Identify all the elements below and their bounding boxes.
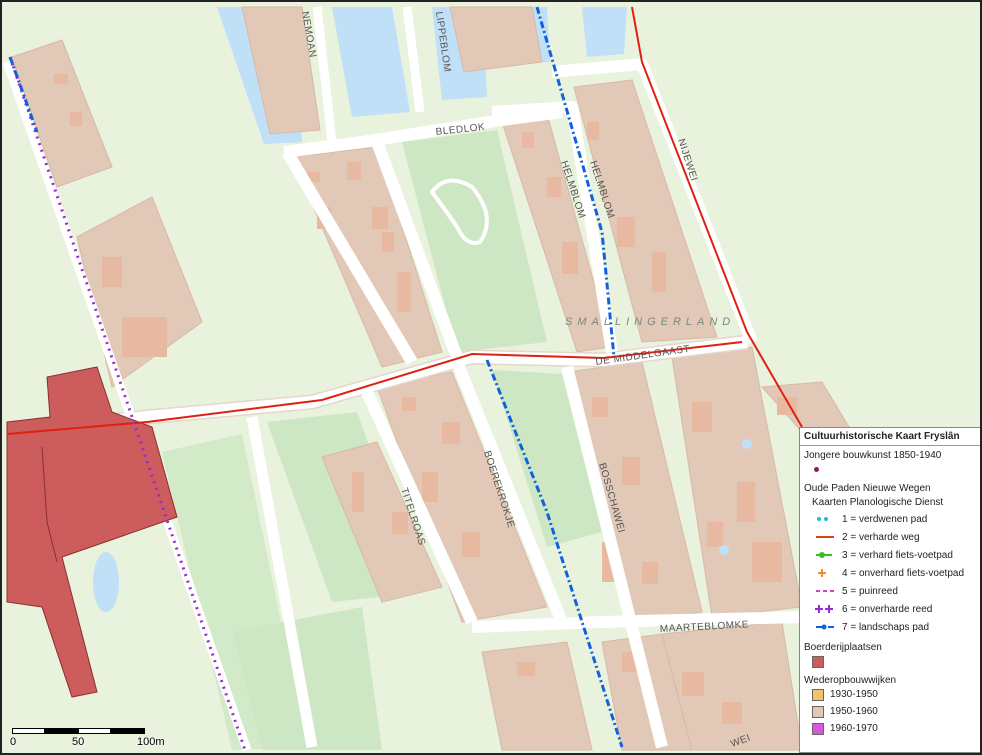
legend-row-onverhard-fiets-voetpad: 4 = onverhard fiets-voetpad: [800, 564, 980, 582]
residential-blocks: [11, 6, 853, 751]
dot-icon: [814, 467, 819, 472]
legend-section-wederopbouwwijken: Wederopbouwwijken: [804, 675, 897, 686]
legend-label-onverharde-reed: 6 = onverharde reed: [842, 603, 933, 615]
map-legend[interactable]: Cultuurhistorische Kaart Fryslân Jongere…: [799, 427, 980, 753]
legend-section-boerderijplaatsen: Boerderijplaatsen: [804, 642, 882, 653]
legend-row-verhard-fiets-voetpad: 3 = verhard fiets-voetpad: [800, 546, 980, 564]
legend-label-verhard-fiets-voetpad: 3 = verhard fiets-voetpad: [842, 549, 953, 561]
swatch-1950-1960-icon: [812, 705, 824, 718]
double-plus-icon: [815, 605, 833, 613]
swatch-1930-1950-icon: [812, 688, 824, 701]
solid-line-icon: [816, 536, 834, 538]
scale-label-0: 0: [10, 736, 17, 748]
legend-label-1930-1950: 1930-1950: [830, 689, 878, 700]
legend-section-oude-paden: Oude Paden Nieuwe Wegen: [804, 483, 931, 494]
legend-label-onverhard-fiets-voetpad: 4 = onverhard fiets-voetpad: [842, 567, 965, 579]
dot-line-icon: [816, 552, 832, 558]
legend-row-onverharde-reed: 6 = onverharde reed: [800, 600, 980, 618]
region-label: SMALLINGERLAND: [565, 316, 735, 328]
scale-bar: 0 50 100m: [10, 724, 182, 752]
legend-label-puinreed: 5 = puinreed: [842, 585, 898, 597]
legend-row-landschaps-pad: 7 = landschaps pad: [800, 618, 980, 636]
dotted-line-icon: [817, 517, 828, 521]
legend-label-1950-1960: 1950-1960: [830, 706, 878, 717]
legend-title: Cultuurhistorische Kaart Fryslân: [800, 428, 980, 446]
legend-section-jongere-bouwkunst: Jongere bouwkunst 1850-1940: [804, 450, 942, 461]
legend-jongere-symbol-row: [800, 461, 980, 479]
legend-subsection-kaarten: Kaarten Planologische Dienst: [812, 497, 944, 508]
legend-label-landschaps-pad: 7 = landschaps pad: [842, 621, 930, 633]
swatch-1960-1970-icon: [812, 722, 824, 735]
scale-label-50: 50: [72, 736, 85, 748]
legend-row-puinreed: 5 = puinreed: [800, 582, 980, 600]
farm-swatch-icon: [812, 656, 824, 668]
map-canvas[interactable]: NEMOAN LIPPEBLOM BLEDLOK HELMBLOM HELMBL…: [0, 0, 982, 755]
legend-row-1950-1960: 1950-1960: [800, 703, 980, 720]
legend-row-1960-1970: 1960-1970: [800, 720, 980, 737]
legend-row-verdwenen-pad: 1 = verdwenen pad: [800, 510, 980, 528]
dash-dot-line-icon: [816, 624, 834, 630]
legend-label-verdwenen-pad: 1 = verdwenen pad: [842, 513, 928, 525]
legend-row-1930-1950: 1930-1950: [800, 686, 980, 703]
dashed-line-icon: [816, 590, 834, 592]
legend-label-verharde-weg: 2 = verharde weg: [842, 531, 920, 543]
legend-row-verharde-weg: 2 = verharde weg: [800, 528, 980, 546]
legend-label-1960-1970: 1960-1970: [830, 723, 878, 734]
plus-icon: [818, 569, 826, 577]
scale-label-100m: 100m: [137, 736, 165, 748]
